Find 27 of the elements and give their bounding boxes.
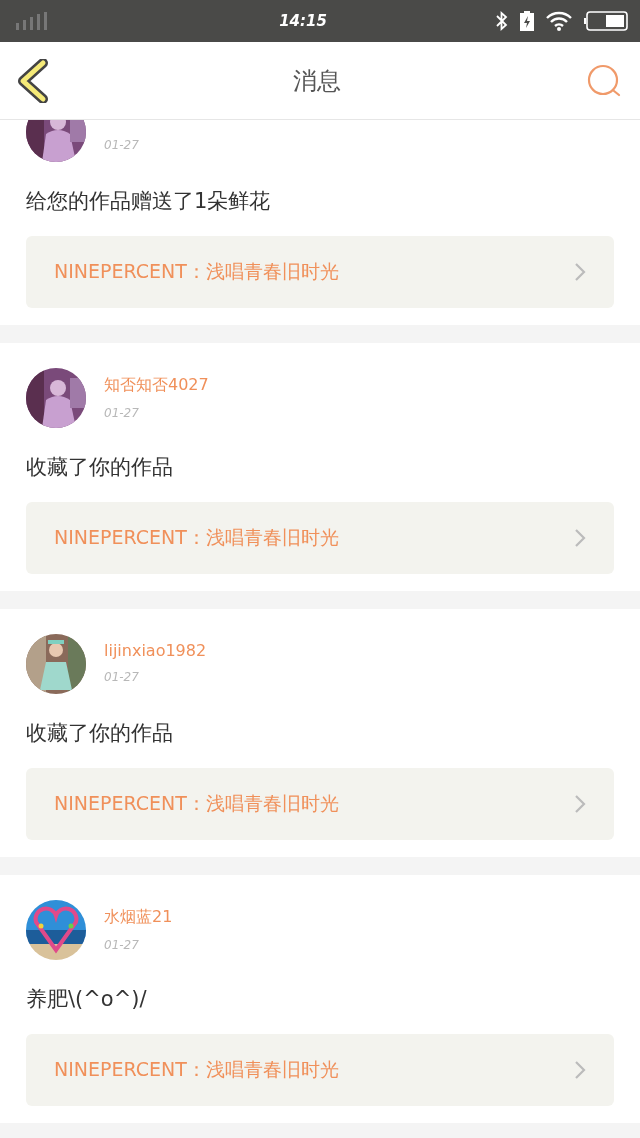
- work-link[interactable]: NINEPERCENT：浅唱青春旧时光: [26, 502, 614, 574]
- message-text: 收藏了你的作品: [26, 454, 174, 481]
- chevron-icon: [574, 794, 586, 814]
- back-button[interactable]: [18, 58, 48, 103]
- message-text: 收藏了你的作品: [26, 720, 174, 747]
- signal-icon: [16, 12, 50, 30]
- message-text: 给您的作品赠送了1朵鲜花: [26, 188, 272, 215]
- wifi-icon: [546, 11, 572, 31]
- chevron-icon: [574, 262, 586, 282]
- bluetooth-icon: [496, 11, 508, 31]
- message-date: 01-27: [104, 406, 140, 420]
- work-link[interactable]: NINEPERCENT：浅唱青春旧时光: [26, 236, 614, 308]
- message-date: 01-27: [104, 670, 140, 684]
- chevron-icon: [574, 1060, 586, 1080]
- message-text: 养肥\(^o^)/: [26, 986, 148, 1013]
- user-name[interactable]: lijinxiao1982: [104, 641, 207, 660]
- message-date: 01-27: [104, 138, 139, 152]
- status-time: 14:15: [279, 12, 327, 30]
- chevron-icon: [574, 528, 586, 548]
- user-name[interactable]: 知否知否4027: [104, 375, 209, 396]
- work-link[interactable]: NINEPERCENT：浅唱青春旧时光: [26, 1034, 614, 1106]
- page-title: 消息: [293, 65, 341, 97]
- message-date: 01-27: [104, 938, 140, 952]
- work-link[interactable]: NINEPERCENT：浅唱青春旧时光: [26, 768, 614, 840]
- user-name[interactable]: 水烟蓝21: [104, 907, 173, 928]
- charging-icon: [520, 11, 534, 31]
- battery-icon: [584, 11, 628, 31]
